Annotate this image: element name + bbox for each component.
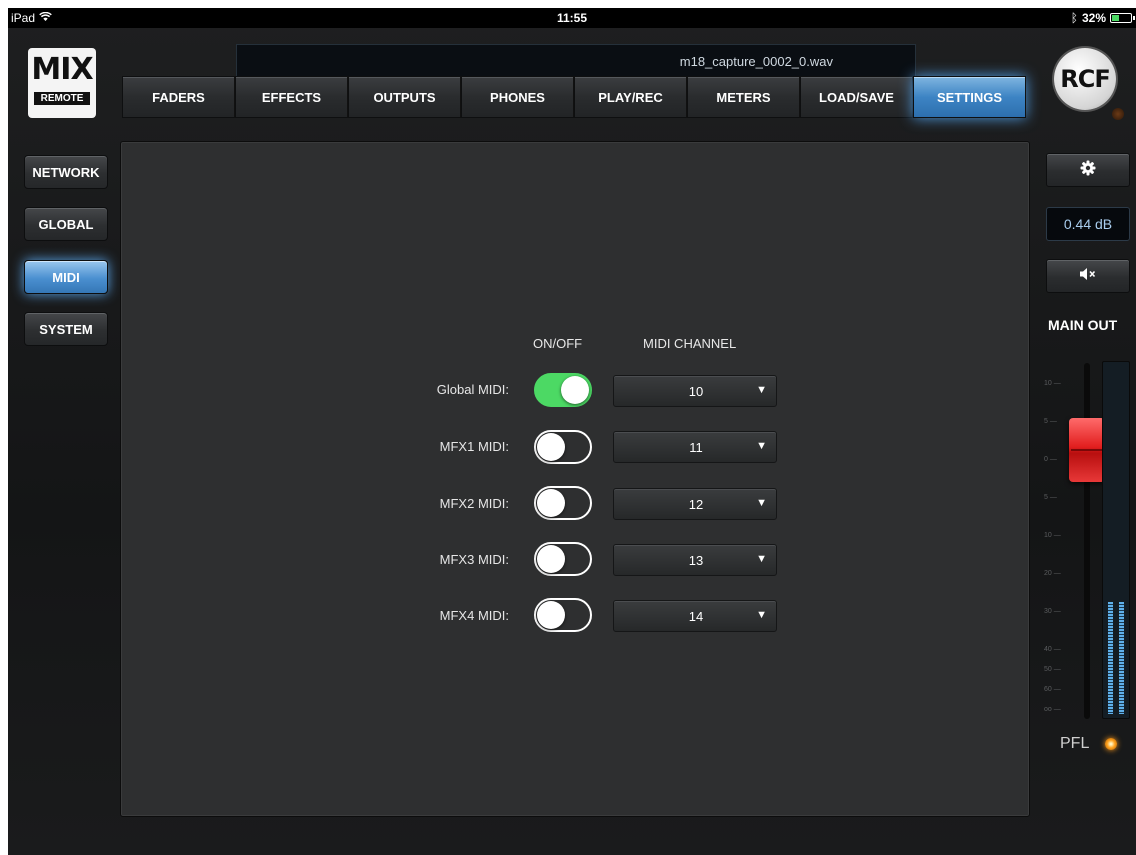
fader-scale-tick: 0 —: [1044, 456, 1057, 463]
fader-scale-tick: 40 —: [1044, 646, 1061, 653]
tab-meters[interactable]: METERS: [687, 76, 800, 118]
ipad-screen: iPad 11:55 ᛒ 32% MIX REMOTE RCF m18_capt…: [8, 8, 1136, 855]
pfl-label: PFL: [1060, 735, 1090, 752]
side-item-system[interactable]: SYSTEM: [24, 312, 108, 346]
battery-icon: [1110, 13, 1135, 23]
tab-settings[interactable]: SETTINGS: [913, 76, 1026, 118]
toggle-mfx2-midi[interactable]: [534, 486, 592, 520]
status-bar: iPad 11:55 ᛒ 32%: [8, 8, 1136, 28]
tab-outputs[interactable]: OUTPUTS: [348, 76, 461, 118]
fader-track[interactable]: [1084, 363, 1090, 719]
fader-scale-tick: 5 —: [1044, 418, 1057, 425]
channel-select-global-midi[interactable]: 10 ▼: [613, 375, 777, 407]
tab-effects[interactable]: EFFECTS: [235, 76, 348, 118]
fader-scale-tick: 5 —: [1044, 494, 1057, 501]
tab-load-save[interactable]: LOAD/SAVE: [800, 76, 913, 118]
channel-select-mfx3-midi[interactable]: 13 ▼: [613, 544, 777, 576]
toggle-global-midi[interactable]: [534, 373, 592, 407]
triangle-down-icon: ▼: [756, 384, 767, 396]
tab-play-rec[interactable]: PLAY/REC: [574, 76, 687, 118]
top-tabs: FADERS EFFECTS OUTPUTS PHONES PLAY/REC M…: [122, 76, 1026, 118]
fader-scale-tick: oo —: [1044, 706, 1061, 713]
col-header-midi-channel: MIDI CHANNEL: [643, 336, 737, 351]
bluetooth-icon: ᛒ: [1070, 11, 1078, 25]
fader-scale-tick: 30 —: [1044, 608, 1061, 615]
level-meter: [1102, 361, 1130, 719]
pfl-led-button[interactable]: [1105, 738, 1117, 750]
rcf-logo: RCF: [1054, 48, 1116, 110]
speaker-mute-icon: [1079, 267, 1097, 286]
side-item-network[interactable]: NETWORK: [24, 155, 108, 189]
file-name: m18_capture_0002_0.wav: [679, 54, 833, 69]
battery-percent: 32%: [1081, 11, 1106, 25]
midi-settings-panel: ON/OFF MIDI CHANNEL Global MIDI: 10 ▼ MF…: [120, 141, 1030, 817]
clock: 11:55: [556, 11, 588, 25]
connection-led: [1112, 108, 1124, 120]
side-item-global[interactable]: GLOBAL: [24, 207, 108, 241]
side-item-midi[interactable]: MIDI: [24, 260, 108, 294]
main-fader-handle[interactable]: [1069, 418, 1105, 482]
remote-logo-text: REMOTE: [34, 92, 90, 105]
col-header-onoff: ON/OFF: [533, 336, 583, 351]
row-label-mfx2-midi: MFX2 MIDI:: [439, 496, 509, 511]
toggle-mfx1-midi[interactable]: [534, 430, 592, 464]
gear-icon: [1080, 160, 1096, 181]
toggle-mfx4-midi[interactable]: [534, 598, 592, 632]
channel-select-mfx1-midi[interactable]: 11 ▼: [613, 431, 777, 463]
fader-scale-tick: 20 —: [1044, 570, 1061, 577]
main-out-label: MAIN OUT: [1048, 317, 1118, 333]
fader-scale-tick: 10 —: [1044, 532, 1061, 539]
channel-select-mfx2-midi[interactable]: 12 ▼: [613, 488, 777, 520]
tab-phones[interactable]: PHONES: [461, 76, 574, 118]
triangle-down-icon: ▼: [756, 553, 767, 565]
file-bar: m18_capture_0002_0.wav: [236, 44, 916, 76]
tab-faders[interactable]: FADERS: [122, 76, 235, 118]
row-label-mfx1-midi: MFX1 MIDI:: [439, 439, 509, 454]
mix-remote-logo: MIX REMOTE: [28, 48, 96, 118]
fader-scale-tick: 60 —: [1044, 686, 1061, 693]
channel-select-mfx4-midi[interactable]: 14 ▼: [613, 600, 777, 632]
gain-readout: 0.44 dB: [1046, 207, 1130, 241]
settings-button[interactable]: [1046, 153, 1130, 187]
mute-button[interactable]: [1046, 259, 1130, 293]
row-label-mfx3-midi: MFX3 MIDI:: [439, 552, 509, 567]
row-label-mfx4-midi: MFX4 MIDI:: [439, 608, 509, 623]
fader-scale-tick: 10 —: [1044, 380, 1061, 387]
meter-right-channel: [1119, 602, 1124, 714]
meter-left-channel: [1108, 602, 1113, 714]
row-label-global-midi: Global MIDI:: [436, 382, 509, 397]
toggle-mfx3-midi[interactable]: [534, 542, 592, 576]
fader-scale-tick: 50 —: [1044, 666, 1061, 673]
triangle-down-icon: ▼: [756, 440, 767, 452]
mix-logo-text: MIX: [31, 52, 93, 87]
triangle-down-icon: ▼: [756, 497, 767, 509]
triangle-down-icon: ▼: [756, 609, 767, 621]
